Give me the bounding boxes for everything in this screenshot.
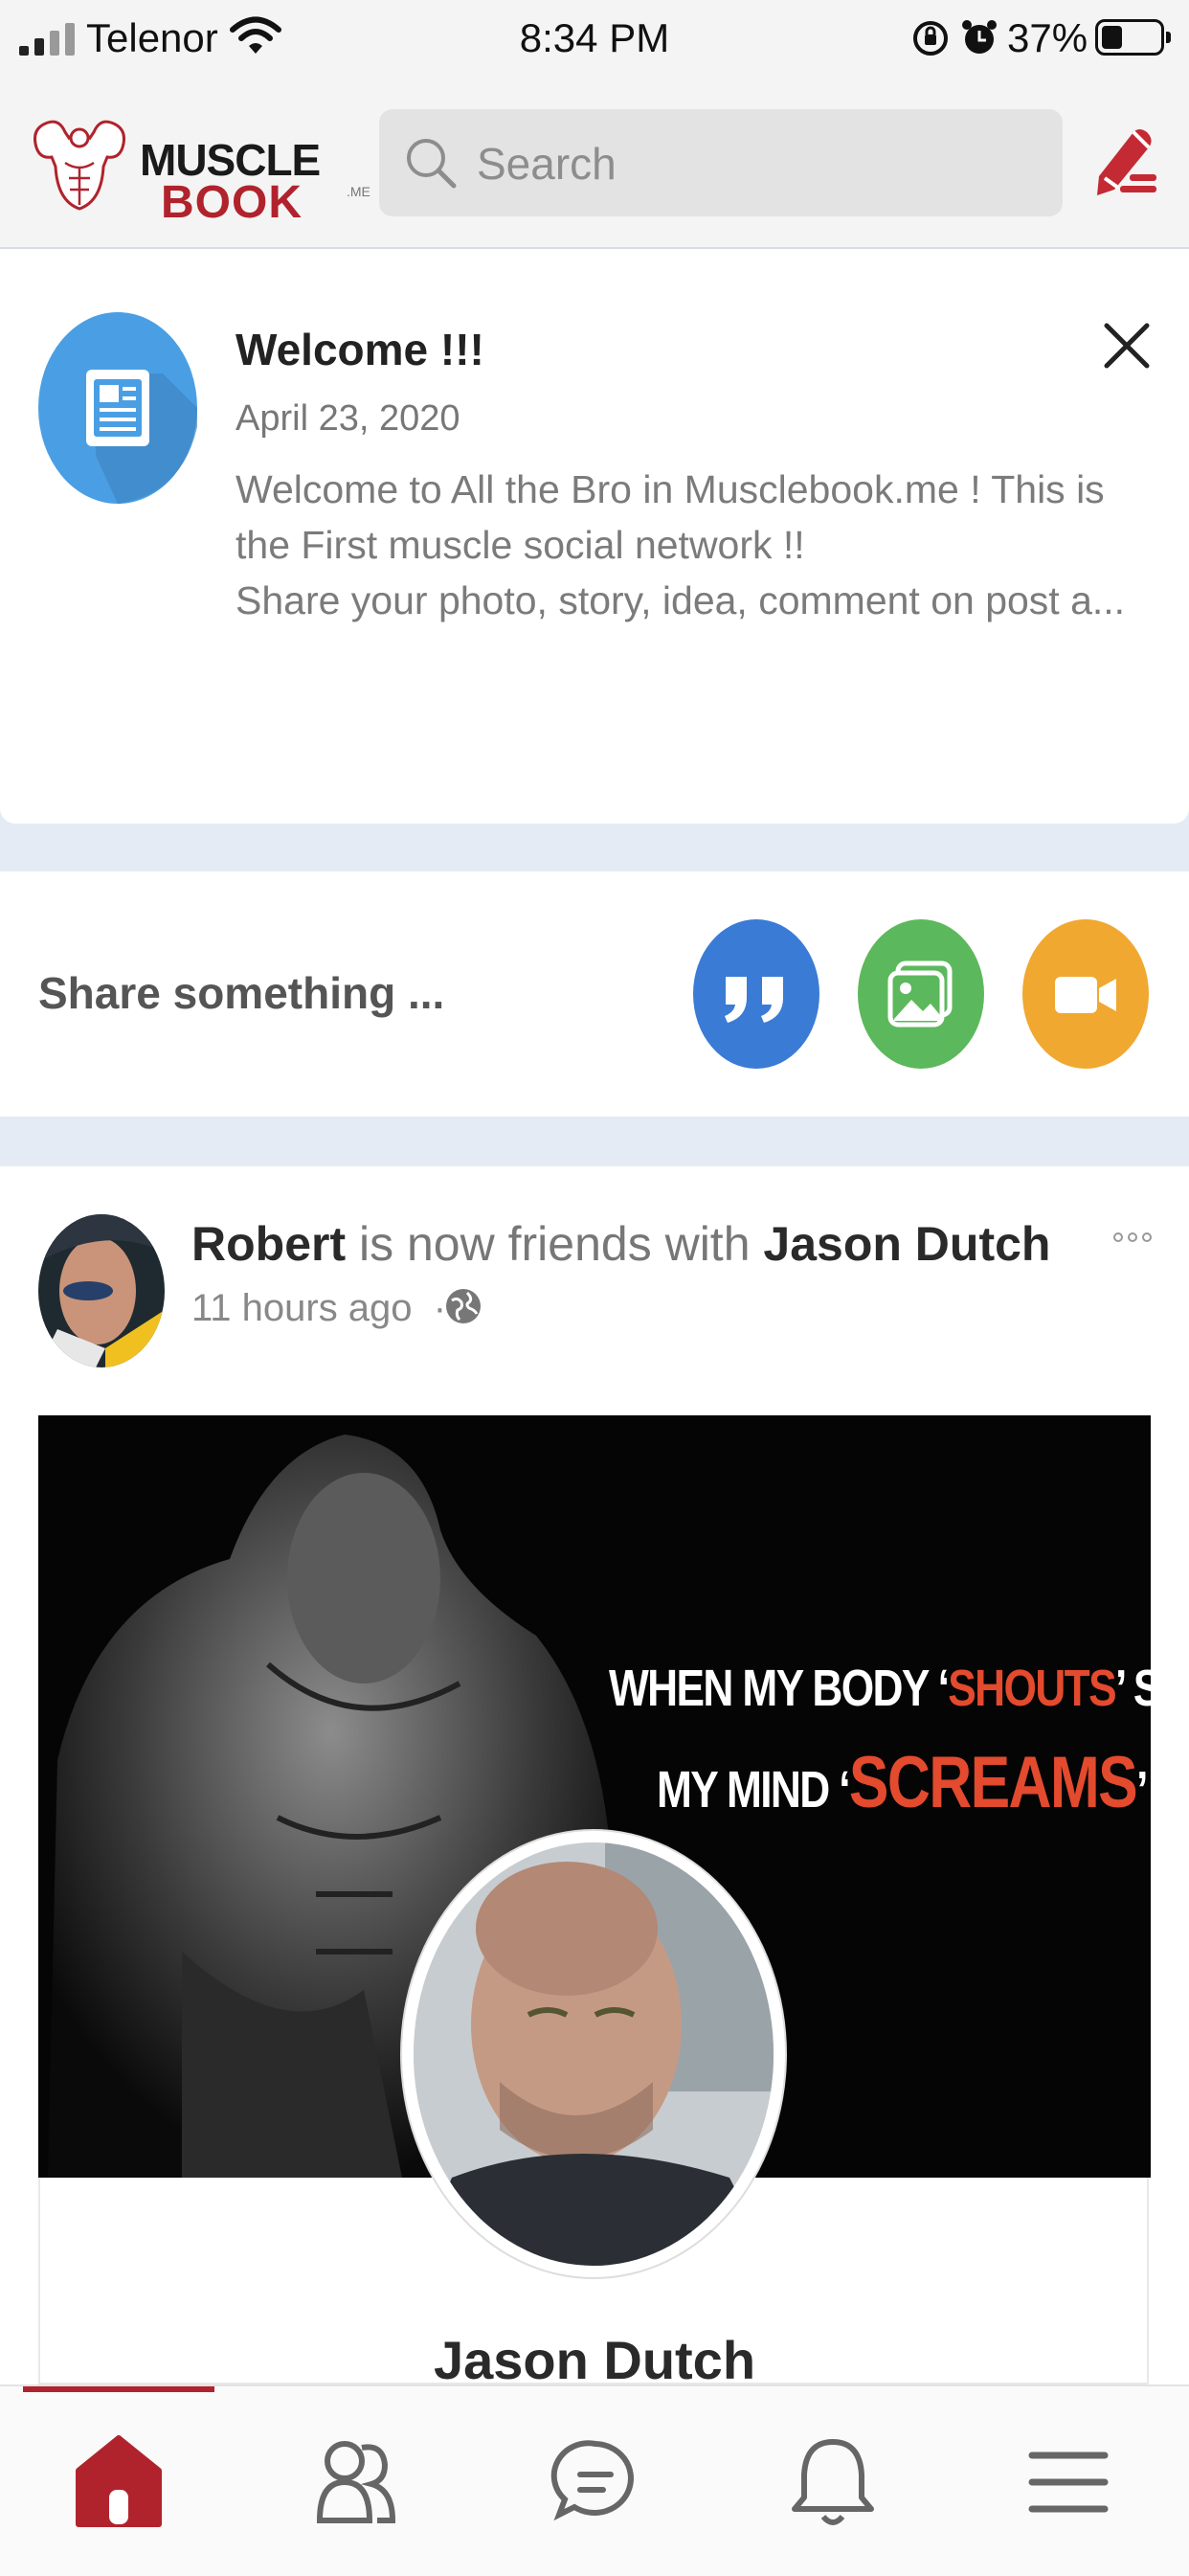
status-bar: Telenor 8:34 PM 37%	[0, 0, 1189, 84]
quote-highlight: SHOUTS	[948, 1660, 1116, 1717]
post-timestamp: 11 hours ago	[191, 1287, 413, 1329]
bodybuilder-logo-icon	[34, 120, 125, 211]
battery-percent: 37%	[1007, 15, 1088, 60]
activity-verb: is now friends with	[346, 1217, 764, 1271]
logo-suffix: .ME	[347, 184, 370, 199]
share-composer: Share something ...	[0, 871, 1189, 1117]
more-options-icon[interactable]	[1112, 1230, 1153, 1245]
avatar[interactable]	[38, 1214, 165, 1367]
logo-wordmark-bottom: BOOK	[161, 177, 303, 228]
cover-quote-line2: MY MIND ‘SCREAMS’ NEVER .	[657, 1741, 1151, 1824]
friend-name[interactable]: Jason Dutch	[0, 2329, 1189, 2391]
search-input[interactable]: Search	[379, 109, 1063, 216]
compose-icon[interactable]	[1091, 123, 1160, 199]
search-placeholder: Search	[477, 139, 617, 189]
quote-text: MY MIND ‘	[657, 1761, 851, 1819]
share-prompt[interactable]: Share something ...	[38, 967, 444, 1019]
cover-quote-line1: WHEN MY BODY ‘SHOUTS’ STOP	[609, 1659, 1151, 1718]
globe-icon	[446, 1289, 481, 1323]
battery-icon	[1095, 19, 1171, 56]
welcome-line: the First muscle social network !!	[236, 523, 805, 567]
friends-icon[interactable]	[308, 2429, 404, 2536]
welcome-message: Welcome to All the Bro in Musclebook.me …	[236, 462, 1155, 628]
search-icon	[407, 139, 457, 189]
home-icon[interactable]	[71, 2429, 167, 2536]
quote-icon	[725, 977, 783, 1023]
welcome-date: April 23, 2020	[236, 398, 460, 439]
feed-post: Robert is now friends with Jason Dutch 1…	[0, 1166, 1189, 2390]
app-header: MUSCLE BOOK .ME Search	[0, 84, 1189, 249]
quote-text: WHEN MY BODY ‘	[609, 1660, 950, 1717]
welcome-line: Welcome to All the Bro in Musclebook.me …	[236, 467, 1105, 511]
bottom-tab-bar	[0, 2384, 1189, 2576]
video-icon	[1055, 977, 1116, 1013]
friend-link[interactable]: Jason Dutch	[763, 1217, 1050, 1271]
notifications-icon[interactable]	[785, 2429, 881, 2536]
photo-icon	[887, 960, 953, 1028]
menu-icon[interactable]	[1021, 2429, 1116, 2536]
active-tab-indicator	[23, 2386, 214, 2392]
close-icon[interactable]	[1099, 318, 1155, 373]
profile-photo	[414, 1842, 774, 2266]
quote-text: ’ NEVER .	[1136, 1761, 1151, 1819]
messages-icon[interactable]	[548, 2429, 643, 2536]
welcome-line: Share your photo, story, idea, comment o…	[236, 578, 1126, 622]
quote-button[interactable]	[693, 919, 819, 1069]
newspaper-icon	[38, 312, 197, 504]
alarm-icon	[962, 20, 997, 54]
quote-highlight: SCREAMS	[848, 1742, 1138, 1823]
welcome-card[interactable]: Welcome !!! April 23, 2020 Welcome to Al…	[0, 249, 1189, 824]
photo-button[interactable]	[858, 919, 984, 1069]
friend-profile-picture[interactable]	[402, 1831, 785, 2277]
logo[interactable]: MUSCLE BOOK .ME	[27, 109, 370, 228]
quote-text: ’ STOP	[1114, 1660, 1151, 1717]
welcome-title: Welcome !!!	[236, 325, 484, 374]
activity-text: Robert is now friends with Jason Dutch	[191, 1216, 1050, 1272]
avatar-photo	[38, 1214, 165, 1367]
rotation-lock-icon	[913, 21, 948, 56]
video-button[interactable]	[1022, 919, 1149, 1069]
post-time: 11 hours ago ·	[191, 1287, 446, 1330]
actor-name[interactable]: Robert	[191, 1217, 346, 1271]
